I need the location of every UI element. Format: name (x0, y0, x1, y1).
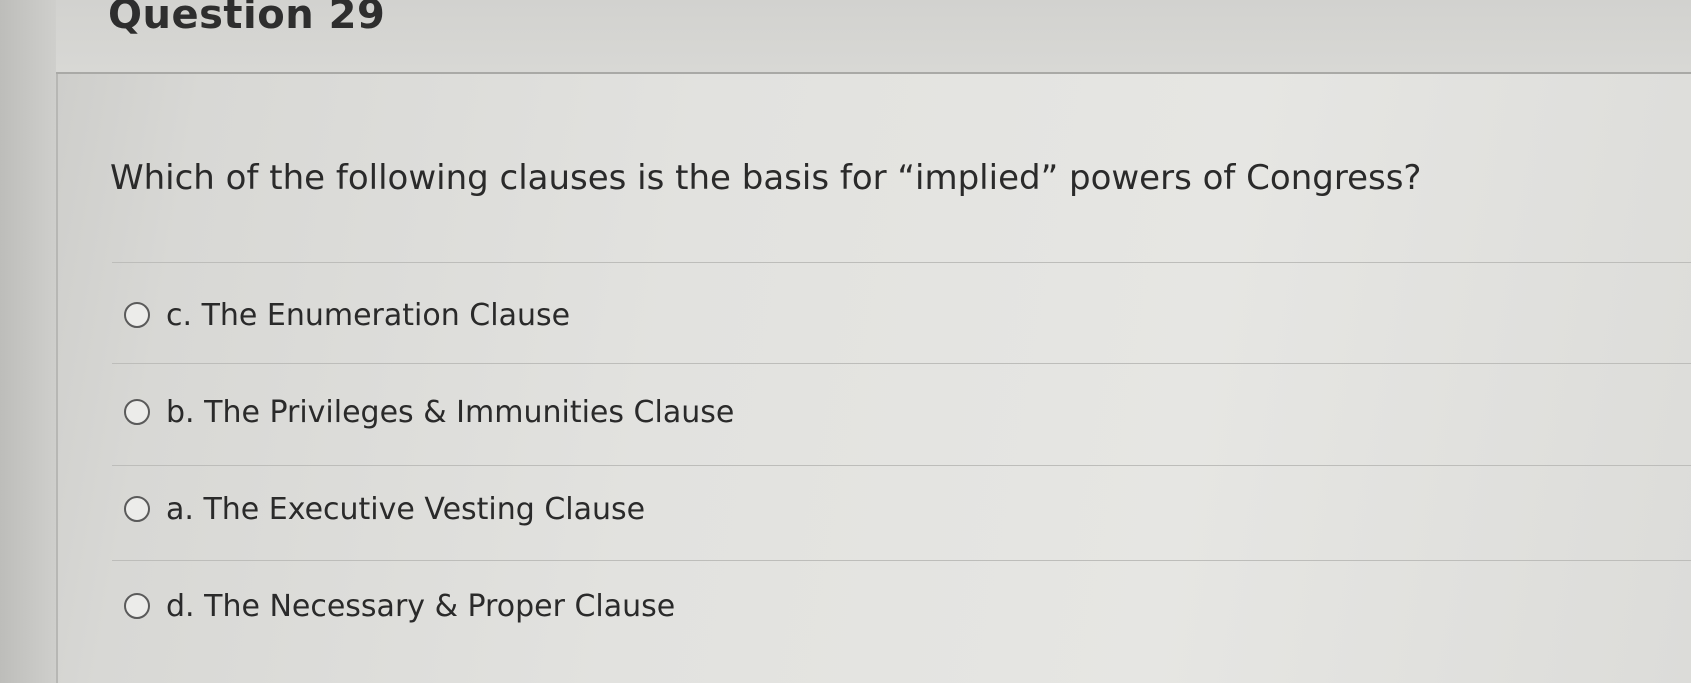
answer-option-d[interactable]: d. The Necessary & Proper Clause (124, 584, 675, 628)
divider (112, 262, 1691, 263)
question-text: Which of the following clauses is the ba… (110, 158, 1422, 198)
radio-button-a[interactable] (124, 496, 150, 522)
answer-option-label: a. The Executive Vesting Clause (166, 491, 646, 527)
content-left-border (56, 74, 58, 683)
radio-button-b[interactable] (124, 399, 150, 425)
answer-option-c[interactable]: c. The Enumeration Clause (124, 293, 570, 337)
radio-button-c[interactable] (124, 302, 150, 328)
answer-option-label: b. The Privileges & Immunities Clause (166, 394, 735, 430)
left-gutter (0, 0, 56, 683)
divider (112, 465, 1691, 466)
divider (112, 363, 1691, 364)
answer-option-b[interactable]: b. The Privileges & Immunities Clause (124, 390, 734, 434)
divider (112, 560, 1691, 561)
answer-option-a[interactable]: a. The Executive Vesting Clause (124, 487, 645, 531)
question-title: Question 29 (108, 0, 386, 38)
answer-option-label: d. The Necessary & Proper Clause (166, 588, 676, 624)
radio-button-d[interactable] (124, 593, 150, 619)
answer-option-label: c. The Enumeration Clause (166, 297, 571, 333)
